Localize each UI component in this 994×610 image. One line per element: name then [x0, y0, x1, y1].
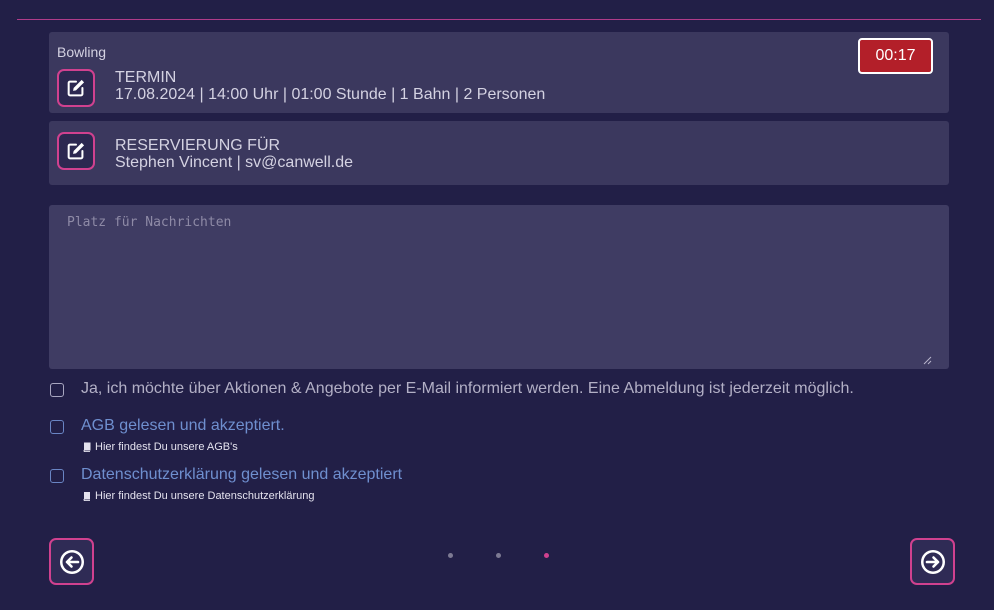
edit-icon: [67, 142, 85, 160]
termin-info: TERMIN 17.08.2024 | 14:00 Uhr | 01:00 St…: [115, 69, 545, 103]
edit-termin-button[interactable]: [57, 69, 95, 107]
textarea-resize-handle[interactable]: [922, 355, 932, 365]
book-icon: [83, 442, 91, 452]
privacy-link-text: Hier findest Du unsere Datenschutzerklär…: [95, 490, 315, 502]
edit-reservation-button[interactable]: [57, 132, 95, 170]
reservation-card: RESERVIERUNG FÜR Stephen Vincent | sv@ca…: [49, 121, 949, 185]
reservation-info: RESERVIERUNG FÜR Stephen Vincent | sv@ca…: [115, 137, 353, 171]
reservation-title: RESERVIERUNG FÜR: [115, 137, 281, 154]
header-divider: [17, 19, 981, 20]
termin-details: 17.08.2024 | 14:00 Uhr | 01:00 Stunde | …: [115, 86, 546, 103]
agb-link[interactable]: Hier findest Du unsere AGB's: [82, 441, 238, 453]
agb-label[interactable]: AGB gelesen und akzeptiert.: [81, 417, 285, 435]
step-dot-active: [544, 553, 549, 558]
previous-step-button[interactable]: [49, 538, 94, 585]
step-dot: [496, 553, 501, 558]
privacy-link[interactable]: Hier findest Du unsere Datenschutzerklär…: [82, 490, 315, 502]
countdown-timer: 00:17: [858, 38, 933, 74]
newsletter-checkbox[interactable]: [50, 383, 64, 397]
arrow-left-circle-icon: [59, 549, 84, 574]
next-step-button[interactable]: [910, 538, 955, 585]
arrow-right-circle-icon: [920, 549, 945, 574]
message-textarea[interactable]: [49, 205, 949, 369]
privacy-label[interactable]: Datenschutzerklärung gelesen und akzepti…: [81, 466, 402, 484]
reservation-details: Stephen Vincent | sv@canwell.de: [115, 154, 354, 171]
agb-checkbox[interactable]: [50, 420, 64, 434]
privacy-checkbox[interactable]: [50, 469, 64, 483]
step-indicator: [448, 553, 549, 559]
category-label: Bowling: [57, 44, 107, 60]
edit-icon: [67, 79, 85, 97]
termin-title: TERMIN: [115, 69, 177, 86]
step-dot: [448, 553, 453, 558]
newsletter-label[interactable]: Ja, ich möchte über Aktionen & Angebote …: [81, 380, 854, 398]
book-icon: [83, 492, 90, 501]
agb-link-text: Hier findest Du unsere AGB's: [95, 441, 238, 453]
termin-card: Bowling 00:17 TERMIN 17.08.2024 | 14:00 …: [49, 32, 949, 113]
